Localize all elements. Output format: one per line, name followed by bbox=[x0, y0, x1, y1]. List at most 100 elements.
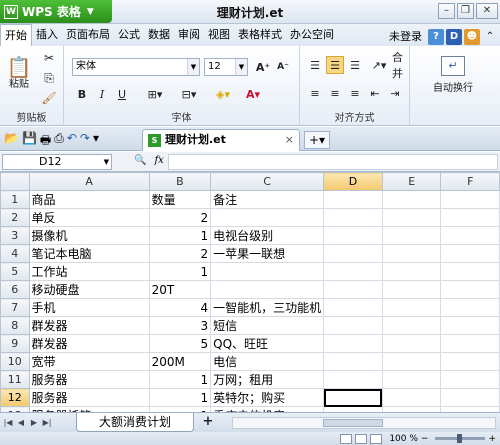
orientation-button[interactable]: ↗▾ bbox=[368, 56, 390, 74]
column-header[interactable]: B bbox=[148, 172, 212, 191]
cell-a[interactable]: 工作站 bbox=[28, 262, 150, 281]
cell-d[interactable] bbox=[323, 280, 383, 299]
cell-f[interactable] bbox=[440, 262, 500, 281]
cell-d[interactable] bbox=[323, 316, 383, 335]
page-break-view-icon[interactable] bbox=[370, 433, 383, 444]
align-right-button[interactable]: ≡ bbox=[346, 84, 364, 102]
merge-center-button[interactable]: 合并 bbox=[392, 51, 410, 80]
name-box[interactable]: D12 ▼ bbox=[2, 154, 112, 170]
merge-cells-button[interactable]: ⊟▾ bbox=[174, 86, 204, 102]
cell-e[interactable] bbox=[381, 262, 442, 281]
cell-e[interactable] bbox=[381, 316, 442, 335]
next-sheet-icon[interactable]: ▶ bbox=[28, 416, 40, 429]
row-header[interactable]: 4 bbox=[0, 244, 30, 263]
redo-icon[interactable]: ↷ bbox=[80, 131, 90, 152]
cell-d[interactable] bbox=[323, 262, 383, 281]
cell-b[interactable]: 1 bbox=[148, 370, 212, 389]
row-header[interactable]: 8 bbox=[0, 316, 30, 335]
cell-b[interactable]: 20T bbox=[148, 280, 212, 299]
cell-f[interactable] bbox=[440, 226, 500, 245]
cell-f[interactable] bbox=[440, 280, 500, 299]
cell-c[interactable] bbox=[210, 280, 325, 299]
cell-e[interactable] bbox=[381, 280, 442, 299]
cell-d[interactable] bbox=[323, 352, 383, 371]
decrease-indent-button[interactable]: ⇤ bbox=[366, 84, 384, 102]
align-top-button[interactable]: ☰ bbox=[306, 56, 324, 74]
row-header[interactable]: 5 bbox=[0, 262, 30, 281]
menu-item-formulas[interactable]: 公式 bbox=[114, 24, 144, 46]
cell-c[interactable] bbox=[210, 208, 325, 227]
row-header[interactable]: 3 bbox=[0, 226, 30, 245]
cell-b[interactable]: 数量 bbox=[148, 190, 212, 209]
cell-c[interactable] bbox=[210, 262, 325, 281]
cell-b[interactable]: 3 bbox=[148, 316, 212, 335]
save-icon[interactable]: 💾 bbox=[22, 131, 37, 152]
cell-a[interactable]: 群发器 bbox=[28, 316, 150, 335]
menu-item-page-layout[interactable]: 页面布局 bbox=[62, 24, 114, 46]
print-icon[interactable]: 🖶 bbox=[40, 131, 51, 152]
scrollbar-thumb[interactable] bbox=[323, 419, 383, 427]
prev-sheet-icon[interactable]: ◀ bbox=[15, 416, 27, 429]
cell-b[interactable]: 2 bbox=[148, 244, 212, 263]
cell-d[interactable] bbox=[323, 208, 383, 227]
open-folder-icon[interactable]: 📂 bbox=[4, 131, 19, 152]
restore-button[interactable]: ❐ bbox=[457, 3, 474, 19]
cell-e[interactable] bbox=[381, 208, 442, 227]
cell-b[interactable]: 4 bbox=[148, 298, 212, 317]
cell-c[interactable]: 备注 bbox=[210, 190, 325, 209]
copy-button[interactable]: ⎘ bbox=[40, 70, 58, 86]
chevron-up-icon[interactable]: ⌃ bbox=[482, 29, 498, 45]
align-left-button[interactable]: ≡ bbox=[306, 84, 324, 102]
cell-d[interactable] bbox=[323, 226, 383, 245]
cell-c[interactable]: 短信 bbox=[210, 316, 325, 335]
minimize-button[interactable]: – bbox=[438, 3, 455, 19]
row-header[interactable]: 7 bbox=[0, 298, 30, 317]
customize-toolbar-icon[interactable]: ▾ bbox=[93, 131, 99, 152]
row-header[interactable]: 9 bbox=[0, 334, 30, 353]
cell-f[interactable] bbox=[440, 316, 500, 335]
underline-button[interactable]: U bbox=[114, 86, 130, 102]
menu-item-data[interactable]: 数据 bbox=[144, 24, 174, 46]
zoom-out-icon[interactable]: − bbox=[421, 434, 429, 444]
cell-e[interactable] bbox=[381, 388, 442, 407]
cell-c[interactable]: 电视台级别 bbox=[210, 226, 325, 245]
print-preview-icon[interactable]: ⎙ bbox=[54, 131, 64, 152]
align-bottom-button[interactable]: ☰ bbox=[346, 56, 364, 74]
docer-icon[interactable]: D bbox=[446, 29, 462, 45]
cell-d[interactable] bbox=[323, 334, 383, 353]
cell-d[interactable] bbox=[323, 370, 383, 389]
column-header[interactable]: A bbox=[28, 172, 150, 191]
menu-item-office-space[interactable]: 办公空间 bbox=[286, 24, 338, 46]
cell-e[interactable] bbox=[381, 226, 442, 245]
shrink-font-button[interactable]: A⁻ bbox=[274, 58, 292, 76]
cell-a[interactable]: 移动硬盘 bbox=[28, 280, 150, 299]
cell-e[interactable] bbox=[381, 190, 442, 209]
cell-a[interactable]: 笔记本电脑 bbox=[28, 244, 150, 263]
last-sheet-icon[interactable]: ▶| bbox=[41, 416, 53, 429]
cell-f[interactable] bbox=[440, 244, 500, 263]
row-header-selected[interactable]: 12 bbox=[0, 388, 30, 407]
increase-indent-button[interactable]: ⇥ bbox=[386, 84, 404, 102]
column-header-selected[interactable]: D bbox=[323, 172, 383, 191]
login-link[interactable]: 未登录 bbox=[385, 26, 426, 48]
cell-a[interactable]: 宽带 bbox=[28, 352, 150, 371]
align-center-button[interactable]: ≡ bbox=[326, 84, 344, 102]
align-middle-button[interactable]: ☰ bbox=[326, 56, 344, 74]
cell-a[interactable]: 单反 bbox=[28, 208, 150, 227]
cell-f[interactable] bbox=[440, 370, 500, 389]
cell-e[interactable] bbox=[381, 352, 442, 371]
active-cell[interactable] bbox=[323, 388, 383, 407]
cell-d[interactable] bbox=[323, 298, 383, 317]
insert-function-icon[interactable]: fx bbox=[154, 155, 163, 166]
help-icon[interactable]: ? bbox=[428, 29, 444, 45]
page-layout-view-icon[interactable] bbox=[355, 433, 368, 444]
cell-b[interactable]: 200M bbox=[148, 352, 212, 371]
paste-button[interactable]: 📋 粘贴 bbox=[4, 52, 34, 96]
cell-e[interactable] bbox=[381, 244, 442, 263]
cut-button[interactable]: ✂ bbox=[40, 50, 58, 66]
cell-c[interactable]: 电信 bbox=[210, 352, 325, 371]
cell-c[interactable]: 万网；租用 bbox=[210, 370, 325, 389]
cell-a[interactable]: 服务器 bbox=[28, 388, 150, 407]
wrap-text-button[interactable]: ↵ 自动换行 bbox=[418, 52, 488, 98]
cell-e[interactable] bbox=[381, 370, 442, 389]
